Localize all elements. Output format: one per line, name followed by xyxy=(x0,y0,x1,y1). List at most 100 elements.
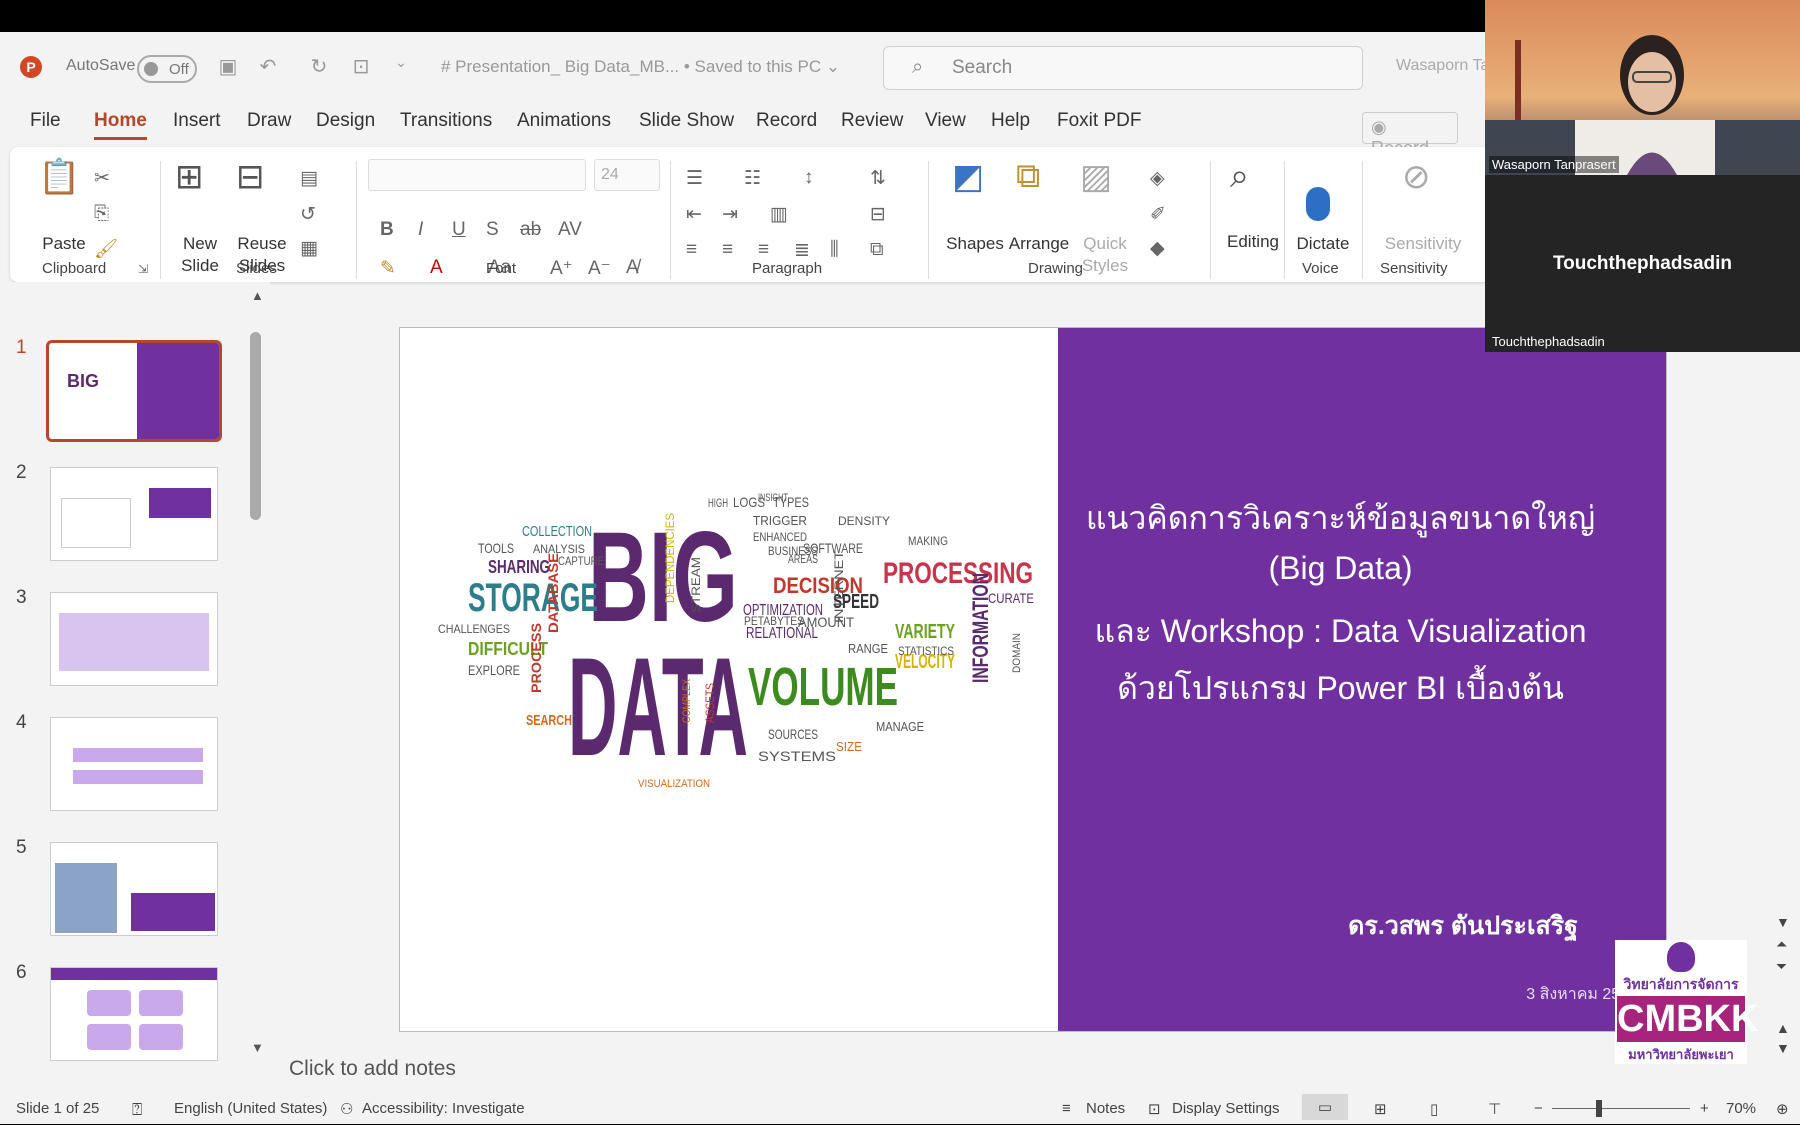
account-name[interactable]: Wasaporn Tan xyxy=(1396,57,1498,75)
new-slide-button[interactable]: New Slide xyxy=(170,233,230,277)
next-slide-icon[interactable]: ⏷ xyxy=(1776,958,1787,975)
search-box[interactable]: ⌕ xyxy=(883,46,1363,90)
notes-scroll-down-icon[interactable]: ▼ xyxy=(1776,1040,1790,1056)
document-title[interactable]: # Presentation_ Big Data_MB... • Saved t… xyxy=(441,57,840,77)
align-center-icon[interactable]: ≡ xyxy=(722,239,733,261)
bullets-icon[interactable]: ☰ xyxy=(686,167,703,190)
layout-icon[interactable]: ▤ xyxy=(300,167,318,190)
highlight-icon[interactable]: ✎ xyxy=(380,257,396,280)
dialog-launcher-icon[interactable]: ⇲ xyxy=(138,262,148,276)
previous-slide-icon[interactable]: ⏶ xyxy=(1776,936,1787,953)
slide-canvas[interactable]: BIG DATA STORAGE VOLUME PROCESSING DECIS… xyxy=(399,327,1667,1032)
align-right-icon[interactable]: ≡ xyxy=(758,239,769,261)
arrange-button[interactable]: Arrange xyxy=(1004,233,1074,255)
shape-outline-icon[interactable]: ✐ xyxy=(1150,203,1166,226)
font-size-box[interactable]: 24 xyxy=(594,159,660,191)
underline-icon[interactable]: U xyxy=(452,219,466,241)
tab-foxit-pdf[interactable]: Foxit PDF xyxy=(1057,110,1141,132)
thumbnails-scrollbar[interactable] xyxy=(250,332,261,520)
normal-view-icon[interactable]: ▭ xyxy=(1302,1094,1348,1120)
sensitivity-button[interactable]: Sensitivity xyxy=(1378,233,1468,255)
undo-icon[interactable]: ↶ xyxy=(255,54,281,80)
tab-draw[interactable]: Draw xyxy=(247,110,291,132)
save-icon[interactable]: ▣ xyxy=(215,54,241,80)
slide-thumbnail-2[interactable] xyxy=(50,467,218,561)
strikethrough-icon[interactable]: ab xyxy=(520,219,541,241)
editing-button[interactable]: Editing xyxy=(1215,231,1291,253)
zoom-slider-track[interactable] xyxy=(1552,1108,1690,1109)
paste-button[interactable]: Paste xyxy=(34,233,94,255)
zoom-slider-thumb[interactable] xyxy=(1596,1100,1602,1117)
redo-icon[interactable]: ↻ xyxy=(306,54,332,80)
distributed-icon[interactable]: ⫼ xyxy=(830,239,839,261)
dictate-button[interactable]: Dictate xyxy=(1288,233,1358,255)
shadow-icon[interactable]: S xyxy=(486,219,499,241)
search-input[interactable] xyxy=(952,55,1332,81)
slide-show-icon[interactable]: ⊤ xyxy=(1488,1100,1501,1118)
tab-review[interactable]: Review xyxy=(841,110,903,132)
slide-thumbnail-6[interactable] xyxy=(50,967,218,1061)
tab-view[interactable]: View xyxy=(925,110,966,132)
notes-scroll-up-icon[interactable]: ▲ xyxy=(1776,1020,1790,1036)
font-color-icon[interactable]: A xyxy=(430,257,443,279)
tab-design[interactable]: Design xyxy=(316,110,375,132)
reset-icon[interactable]: ↺ xyxy=(300,203,316,226)
smartart-icon[interactable]: ⧉ xyxy=(870,239,884,261)
slide-thumbnail-5[interactable] xyxy=(50,842,218,936)
shape-effects-icon[interactable]: ◆ xyxy=(1150,237,1165,260)
character-spacing-icon[interactable]: AV xyxy=(558,219,582,241)
slide-thumbnail-1[interactable]: BIG xyxy=(46,340,222,442)
tab-insert[interactable]: Insert xyxy=(173,110,221,132)
line-spacing-icon[interactable]: ↕ xyxy=(804,167,814,189)
tab-home[interactable]: Home xyxy=(94,110,147,140)
tab-help[interactable]: Help xyxy=(991,110,1030,132)
slide-scroll-down-icon[interactable]: ▼ xyxy=(1776,914,1790,930)
language-status[interactable]: English (United States) xyxy=(174,1100,327,1117)
customize-toolbar-icon[interactable]: ⌄ xyxy=(388,54,414,80)
bold-icon[interactable]: B xyxy=(380,219,394,241)
tab-record[interactable]: Record xyxy=(756,110,817,132)
fit-to-window-icon[interactable]: ⊕ xyxy=(1776,1100,1789,1118)
notes-button[interactable]: Notes xyxy=(1086,1100,1125,1117)
align-left-icon[interactable]: ≡ xyxy=(686,239,697,261)
numbering-icon[interactable]: ☷ xyxy=(744,167,761,190)
zoom-in-icon[interactable]: + xyxy=(1700,1100,1709,1117)
tab-slide-show[interactable]: Slide Show xyxy=(639,110,734,132)
scroll-up-icon[interactable]: ▲ xyxy=(251,288,264,303)
slide-thumbnail-3[interactable] xyxy=(50,592,218,686)
text-direction-icon[interactable]: ⇅ xyxy=(870,167,886,190)
present-from-start-icon[interactable]: ⊡ xyxy=(348,54,374,80)
reading-view-icon[interactable]: ▯ xyxy=(1430,1100,1438,1118)
shrink-font-icon[interactable]: A⁻ xyxy=(588,257,611,280)
slide-thumbnail-4[interactable] xyxy=(50,717,218,811)
copy-icon[interactable]: ⎘ xyxy=(94,203,109,225)
italic-icon[interactable]: I xyxy=(418,219,423,241)
columns-icon[interactable]: ▥ xyxy=(770,203,788,226)
powerpoint-logo-icon: P xyxy=(20,56,42,78)
clear-formatting-icon[interactable]: A̸ xyxy=(626,257,639,279)
section-icon[interactable]: ▦ xyxy=(300,237,318,260)
zoom-out-icon[interactable]: − xyxy=(1534,1100,1543,1117)
tab-transitions[interactable]: Transitions xyxy=(400,110,492,132)
shapes-button[interactable]: Shapes xyxy=(940,233,1010,255)
scroll-down-icon[interactable]: ▼ xyxy=(251,1040,264,1055)
align-text-icon[interactable]: ⊟ xyxy=(870,203,886,226)
tab-file[interactable]: File xyxy=(30,110,61,132)
spell-check-icon[interactable]: ⍰ xyxy=(132,1100,142,1120)
record-button[interactable]: ◉ Record xyxy=(1362,112,1458,158)
notes-pane[interactable]: Click to add notes xyxy=(275,1047,1675,1087)
slide-sorter-icon[interactable]: ⊞ xyxy=(1374,1100,1387,1118)
format-painter-icon[interactable]: 🖌 xyxy=(94,237,118,261)
font-family-box[interactable] xyxy=(368,159,586,191)
grow-font-icon[interactable]: A⁺ xyxy=(550,257,573,280)
tab-animations[interactable]: Animations xyxy=(517,110,611,132)
increase-indent-icon[interactable]: ⇥ xyxy=(722,203,738,226)
display-settings-button[interactable]: Display Settings xyxy=(1172,1100,1280,1117)
zoom-level[interactable]: 70% xyxy=(1726,1100,1756,1117)
autosave-toggle[interactable]: Off xyxy=(137,55,197,83)
shape-fill-icon[interactable]: ◈ xyxy=(1150,167,1165,190)
accessibility-status[interactable]: Accessibility: Investigate xyxy=(362,1100,525,1117)
cut-icon[interactable]: ✂ xyxy=(94,167,110,190)
decrease-indent-icon[interactable]: ⇤ xyxy=(686,203,702,226)
justify-icon[interactable]: ≣ xyxy=(794,239,810,262)
